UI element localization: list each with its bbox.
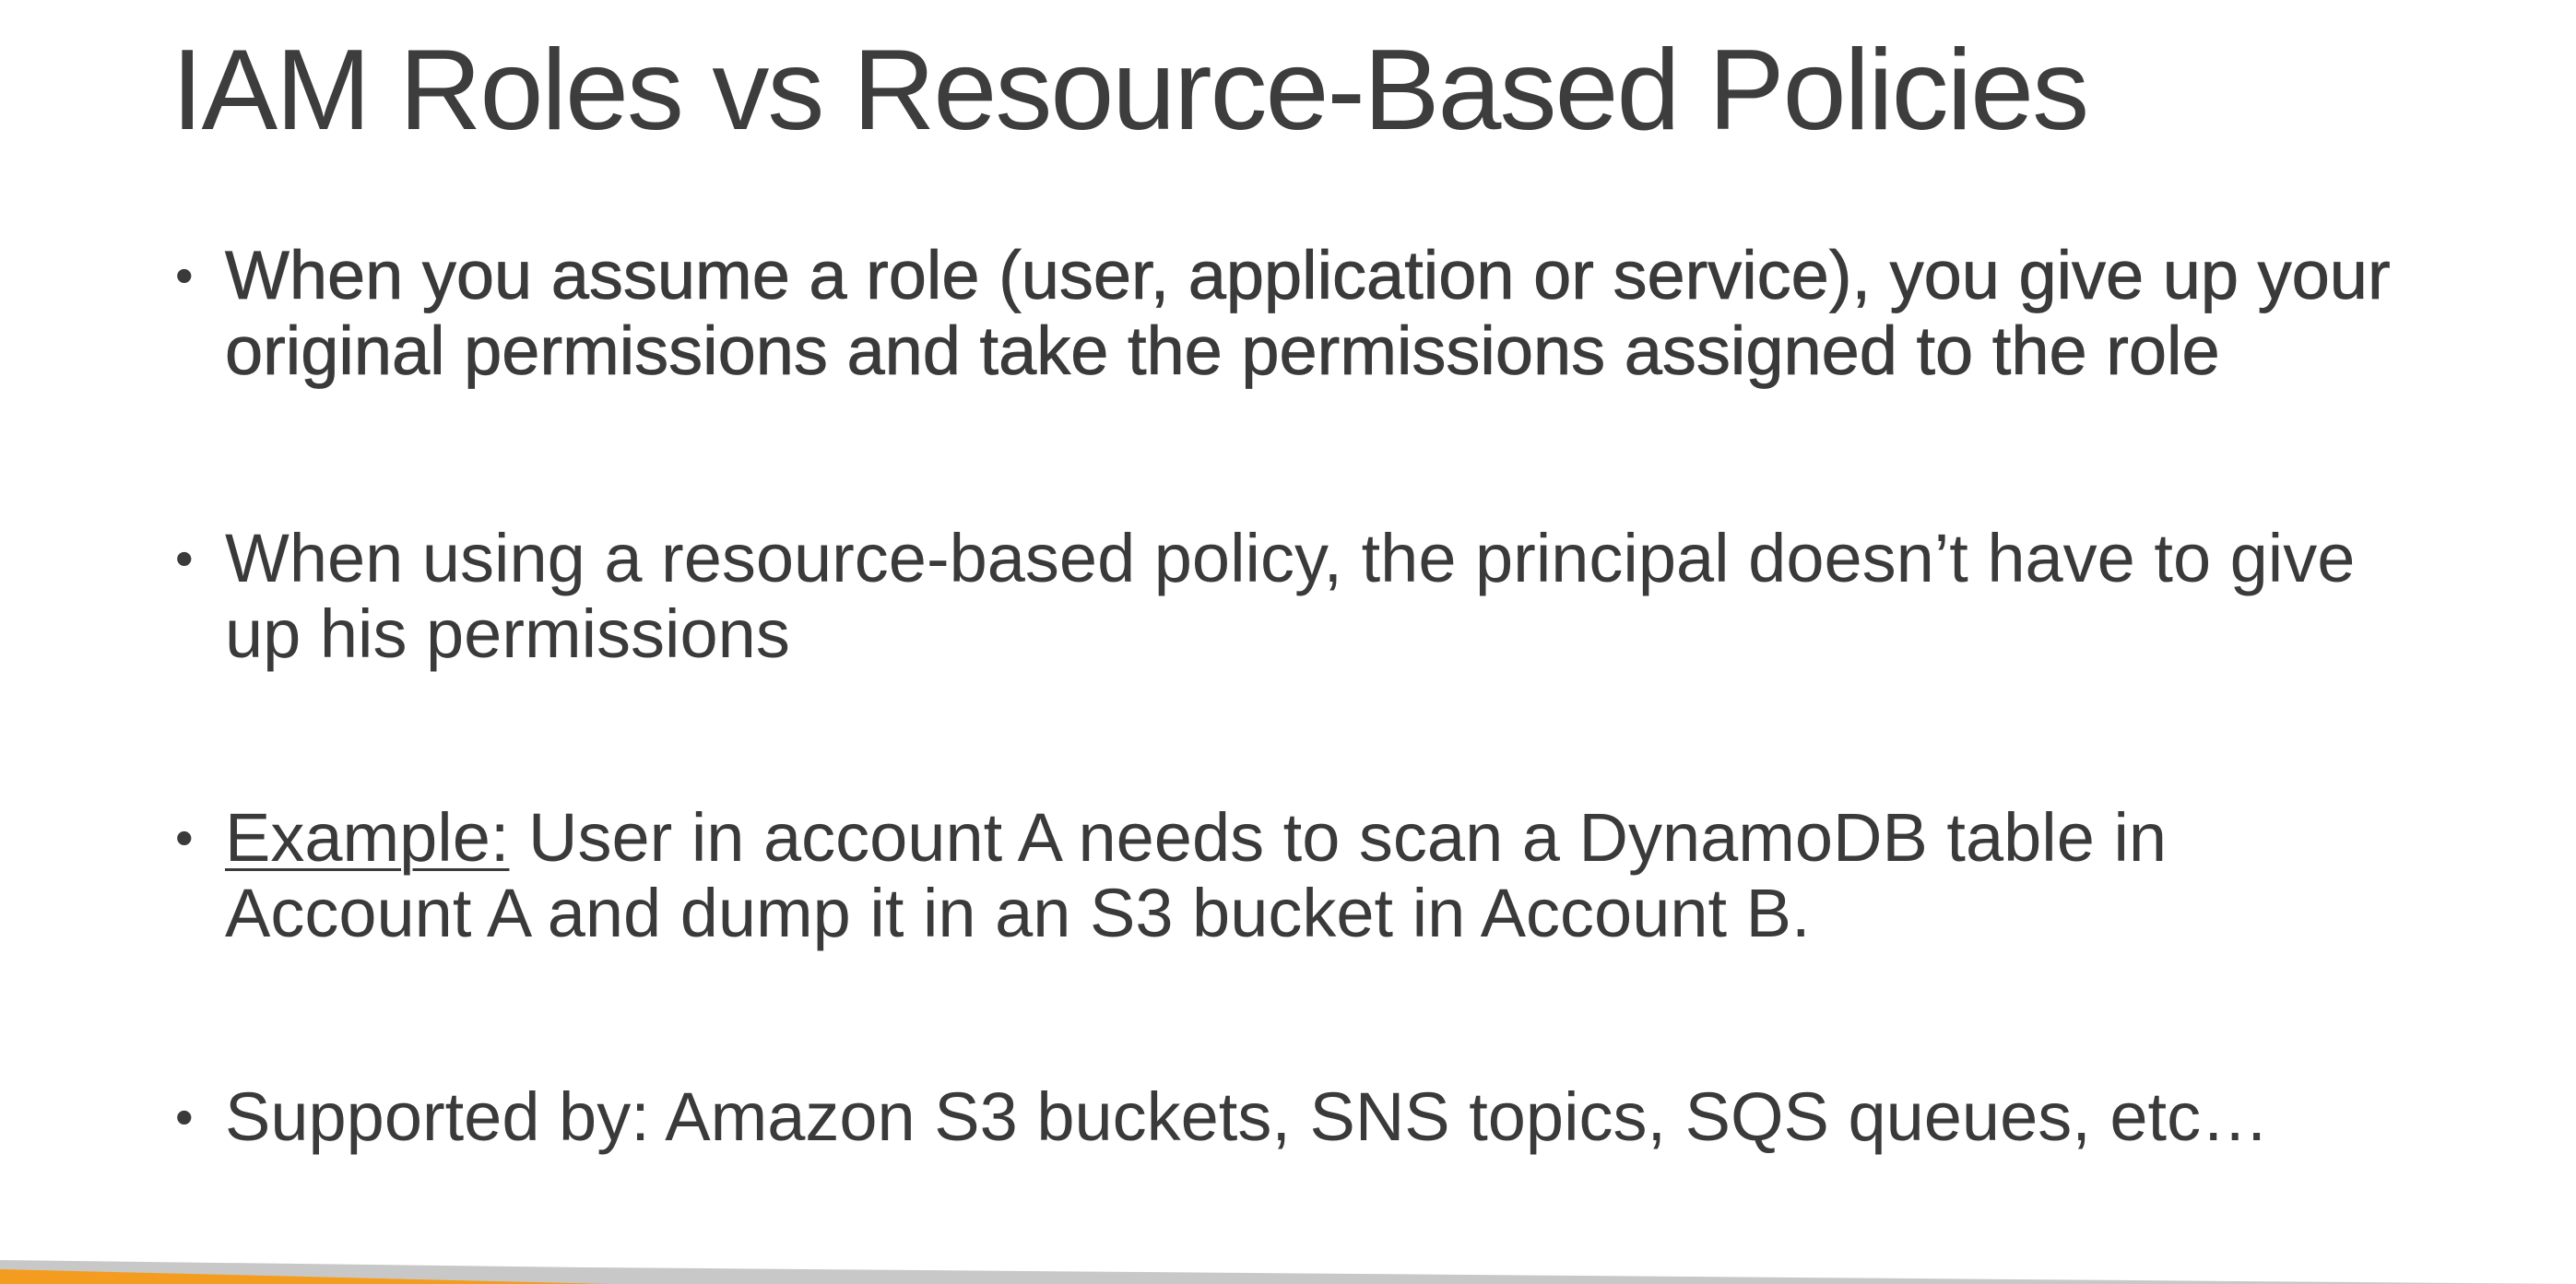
- bullet-marker: •: [175, 1088, 194, 1146]
- example-label: Example:: [225, 799, 510, 876]
- bullet-text: When using a resource-based policy, the …: [225, 521, 2475, 672]
- bullet-line-2: up his permissions: [225, 595, 790, 672]
- bullet-line-2: original permissions and take the permis…: [225, 312, 2220, 389]
- bullet-marker: •: [175, 808, 194, 866]
- slide: IAM Roles vs Resource-Based Policies • W…: [0, 0, 2576, 1284]
- bullet-line-1: User in account A needs to scan a Dynamo…: [509, 799, 2168, 876]
- bullet-line-1: When using a resource-based policy, the …: [225, 520, 2356, 596]
- bullet-marker: •: [175, 246, 194, 304]
- bullet-text: Example: User in account A needs to scan…: [225, 800, 2475, 951]
- bullet-text: Supported by: Amazon S3 buckets, SNS top…: [225, 1079, 2475, 1155]
- bullet-line-1: Supported by: Amazon S3 buckets, SNS top…: [225, 1078, 2270, 1155]
- bullet-marker: •: [175, 529, 194, 587]
- bullet-line-2: Account A and dump it in an S3 bucket in…: [225, 875, 1811, 951]
- bullet-text: When you assume a role (user, applicatio…: [225, 237, 2475, 389]
- bullet-line-1: When you assume a role (user, applicatio…: [225, 237, 2391, 313]
- slide-title: IAM Roles vs Resource-Based Policies: [171, 27, 2089, 154]
- footer-accent-bar: [0, 1260, 2576, 1284]
